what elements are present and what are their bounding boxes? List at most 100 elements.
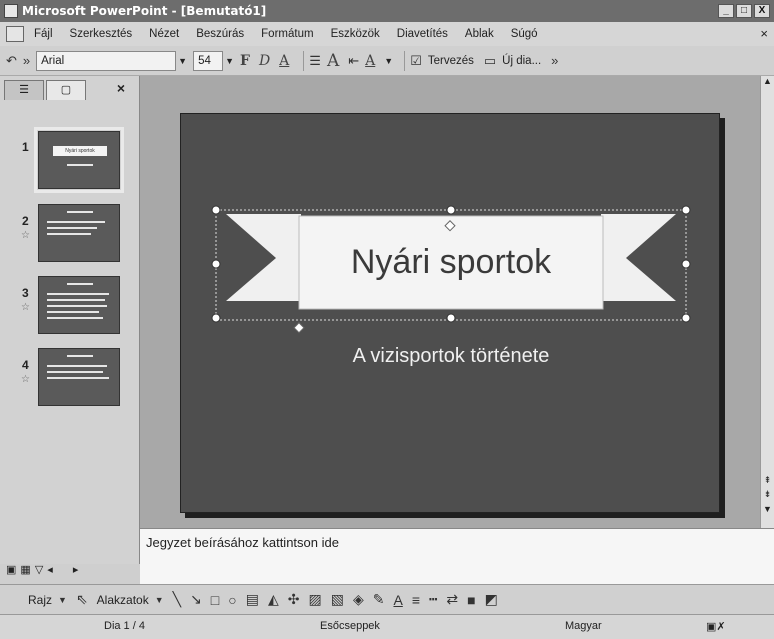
design-icon[interactable]: ☑ — [410, 53, 422, 69]
document-close-button[interactable]: × — [760, 26, 768, 41]
menu-edit[interactable]: Szerkesztés — [70, 28, 133, 40]
oval-icon[interactable]: ○ — [228, 592, 236, 608]
powerpoint-icon[interactable] — [4, 4, 18, 18]
spelling-status-icon[interactable]: ▣✗ — [706, 620, 726, 633]
document-icon[interactable] — [6, 26, 24, 42]
resize-handle[interactable] — [681, 205, 691, 215]
grow-font-button[interactable]: A — [327, 51, 339, 71]
slide-number: 1 — [22, 140, 29, 154]
3d-style-icon[interactable]: ◩ — [485, 591, 498, 608]
italic-button[interactable]: D — [259, 53, 270, 69]
underline-button[interactable]: A — [279, 53, 289, 69]
scroll-up-icon[interactable]: ▲ — [761, 76, 774, 86]
new-slide-button[interactable]: Új dia... — [502, 55, 541, 67]
font-name-field[interactable]: Arial — [36, 50, 177, 71]
adjust-handle[interactable] — [293, 322, 305, 334]
thumbnail-title: Nyári sportok — [53, 146, 107, 156]
toolbar-more-icon[interactable]: » — [23, 53, 30, 68]
picture-icon[interactable]: ▧ — [331, 591, 344, 608]
chevron-down-icon[interactable]: ▼ — [384, 56, 393, 66]
dash-style-icon[interactable]: ┅ — [429, 591, 437, 608]
textbox-icon[interactable]: ▤ — [246, 591, 259, 608]
line-color-icon[interactable]: ✎ — [373, 591, 385, 608]
menu-insert[interactable]: Beszúrás — [196, 28, 244, 40]
previous-slide-icon[interactable]: ⇞ — [761, 475, 774, 486]
scroll-left-icon[interactable]: ◂ — [47, 563, 53, 576]
banner-shape[interactable] — [181, 114, 720, 513]
resize-handle[interactable] — [211, 205, 221, 215]
vertical-scrollbar[interactable]: ▲ ⇞ ⇟ ▼ — [760, 76, 774, 528]
menu-slideshow[interactable]: Diavetítés — [397, 28, 448, 40]
toolbar-separator — [404, 50, 406, 71]
diagram-icon[interactable]: ✣ — [288, 591, 300, 608]
resize-handle[interactable] — [446, 205, 456, 215]
shadow-icon[interactable]: ■ — [467, 592, 475, 608]
slide-number: 4 — [22, 358, 29, 372]
chevron-down-icon[interactable]: ▼ — [155, 595, 164, 605]
menu-window[interactable]: Ablak — [465, 28, 494, 40]
banner-left-tail — [226, 214, 301, 301]
menu-help[interactable]: Súgó — [511, 28, 538, 40]
menu-format[interactable]: Formátum — [261, 28, 313, 40]
rectangle-icon[interactable]: □ — [211, 592, 219, 608]
slide-sorter-icon[interactable]: ▦ — [20, 563, 30, 576]
chevron-down-icon[interactable]: ▼ — [225, 56, 234, 66]
tab-slides[interactable]: ▢ — [46, 80, 86, 100]
resize-handle[interactable] — [681, 259, 691, 269]
slide-thumbnail-1[interactable]: Nyári sportok — [34, 127, 124, 193]
close-button[interactable]: X — [754, 4, 770, 18]
arrow-style-icon[interactable]: ⇄ — [446, 591, 458, 608]
line-style-icon[interactable]: ≡ — [412, 592, 420, 608]
panel-close-button[interactable]: × — [117, 80, 125, 96]
arrow-icon[interactable]: ↘ — [190, 591, 202, 608]
slide-thumbnail-3[interactable] — [38, 276, 120, 334]
design-button[interactable]: Tervezés — [428, 55, 474, 67]
slide-thumbnail-2[interactable] — [38, 204, 120, 262]
font-color-button[interactable]: A — [365, 53, 375, 69]
wordart-icon[interactable]: ◭ — [268, 591, 279, 608]
slideshow-icon[interactable]: ▽ — [35, 563, 43, 576]
menu-bar: Fájl Szerkesztés Nézet Beszúrás Formátum… — [0, 22, 774, 46]
maximize-button[interactable]: □ — [736, 4, 752, 18]
font-size-field[interactable]: 54 — [193, 50, 224, 71]
scroll-down-icon[interactable]: ▼ — [761, 504, 774, 514]
decrease-indent-icon[interactable]: ⇤ — [348, 53, 359, 69]
slide[interactable]: Nyári sportok A vizisportok története — [180, 113, 720, 513]
resize-handle[interactable] — [211, 313, 221, 323]
menu-tools[interactable]: Eszközök — [331, 28, 380, 40]
minimize-button[interactable]: _ — [718, 4, 734, 18]
line-icon[interactable]: ╲ — [173, 591, 181, 608]
resize-handle[interactable] — [446, 313, 456, 323]
resize-handle[interactable] — [681, 313, 691, 323]
bullet-list-icon[interactable]: ☰ — [309, 53, 321, 69]
undo-icon[interactable]: ↶ — [6, 53, 17, 69]
menu-view[interactable]: Nézet — [149, 28, 179, 40]
notes-pane[interactable]: Jegyzet beírásához kattintson ide — [140, 528, 774, 584]
bold-button[interactable]: F — [240, 53, 250, 69]
font-color-icon[interactable]: A — [393, 592, 402, 608]
fill-color-icon[interactable]: ◈ — [353, 591, 364, 608]
window-title: Microsoft PowerPoint - [Bemutató1] — [22, 4, 267, 18]
tab-outline[interactable]: ☰ — [4, 80, 44, 100]
resize-handle[interactable] — [211, 259, 221, 269]
clipart-icon[interactable]: ▨ — [308, 591, 321, 608]
window-controls: _ □ X — [718, 4, 770, 18]
toolbar-overflow-icon[interactable]: » — [551, 53, 558, 68]
chevron-down-icon[interactable]: ▼ — [58, 595, 67, 605]
scroll-right-icon[interactable]: ▸ — [73, 563, 79, 576]
thumbnail-line — [67, 164, 93, 166]
normal-view-icon[interactable]: ▣ — [6, 563, 16, 576]
slides-panel: ☰ ▢ × 1 Nyári sportok 2 ☆ 3 ☆ 4 ☆ ▣ ▦ ▽ … — [0, 76, 140, 576]
autoshapes-button[interactable]: Alakzatok — [97, 593, 149, 607]
slide-title[interactable]: Nyári sportok — [301, 243, 601, 282]
new-slide-icon[interactable]: ▭ — [484, 53, 496, 69]
draw-menu-button[interactable]: Rajz — [28, 593, 52, 607]
next-slide-icon[interactable]: ⇟ — [761, 489, 774, 500]
status-bar: Dia 1 / 4 Esőcseppek Magyar ▣✗ — [0, 614, 774, 639]
slide-thumbnail-4[interactable] — [38, 348, 120, 406]
slide-subtitle[interactable]: A vizisportok története — [241, 345, 661, 368]
menu-file[interactable]: Fájl — [34, 28, 53, 40]
select-pointer-icon[interactable]: ⇖ — [76, 591, 88, 608]
chevron-down-icon[interactable]: ▼ — [178, 56, 187, 66]
status-language: Magyar — [565, 620, 602, 632]
